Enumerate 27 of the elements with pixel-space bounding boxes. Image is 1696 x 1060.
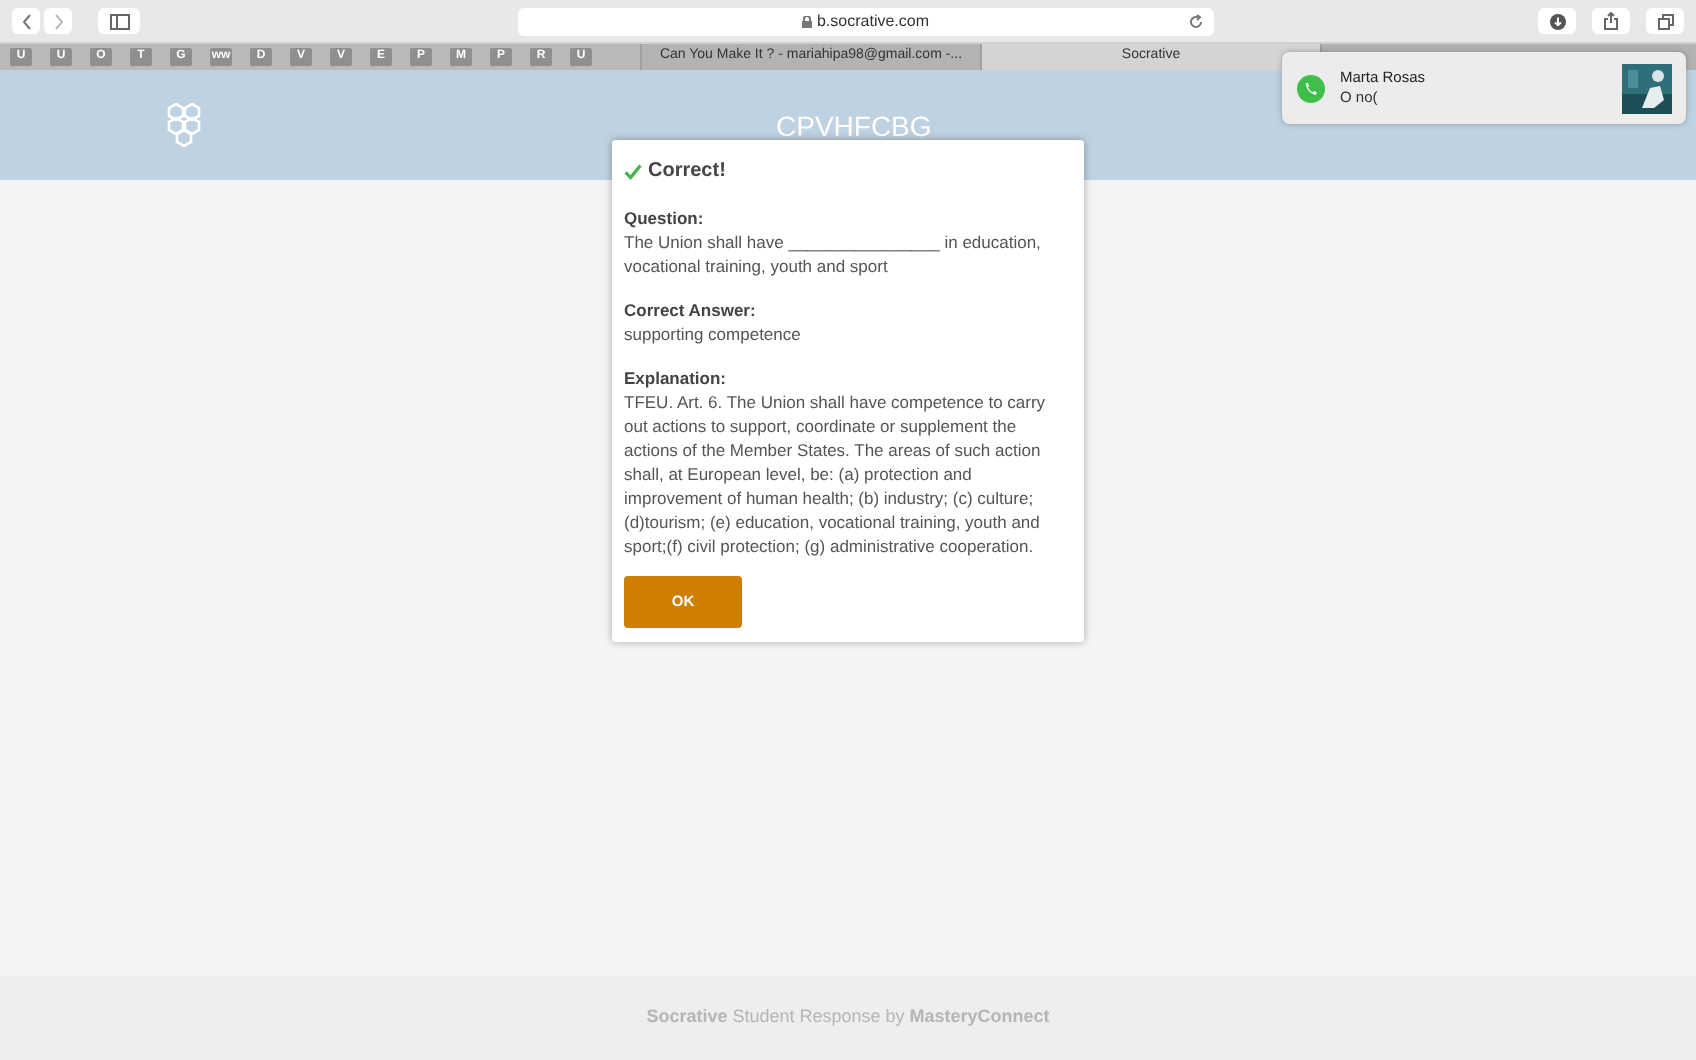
footer-text: Socrative Student Response by MasteryConnect — [646, 1004, 1050, 1031]
share-icon — [1604, 12, 1618, 30]
back-icon — [21, 13, 31, 29]
sidebar-button[interactable] — [98, 8, 140, 34]
tabs-icon — [1657, 13, 1673, 29]
section-text: TFEU. Art. 6. The Union shall have competence to carry out actions to support, coordinate or supplement the actions of the Member States. The areas of such action shall, at European level, be: (a) protection and improvement of human health; (b) industry; (c) culture; (d)tourism; (e) education, vocational training, youth and sport;(f) civil protection; (g) administrative cooperation. — [624, 390, 1048, 558]
section-heading: Correct Answer: — [624, 298, 758, 322]
sidebar-icon — [109, 13, 129, 29]
section-text: supporting competence — [624, 322, 803, 346]
download-icon — [1549, 13, 1565, 29]
dialog-title: Correct! — [648, 158, 726, 186]
reload-icon[interactable] — [1188, 13, 1204, 29]
hexagon-logo-icon — [164, 100, 206, 150]
room-name: CPVHFCBG — [776, 108, 932, 146]
chat-phone-icon — [1296, 73, 1326, 103]
section-heading: Question: — [624, 206, 706, 230]
section-text: The Union shall have ________________ in education, vocational training, youth and sport — [624, 230, 1043, 278]
url-text: b.socrative.com — [816, 9, 930, 33]
share-button[interactable] — [1592, 8, 1630, 34]
address-bar[interactable]: b.socrative.com — [518, 7, 1214, 35]
section-heading: Explanation: — [624, 366, 729, 390]
download-button[interactable] — [1538, 8, 1576, 34]
tabs-button[interactable] — [1646, 8, 1684, 34]
check-icon — [624, 163, 642, 179]
back-button[interactable] — [12, 8, 40, 34]
lock-icon — [802, 15, 813, 27]
forward-icon — [53, 13, 63, 29]
